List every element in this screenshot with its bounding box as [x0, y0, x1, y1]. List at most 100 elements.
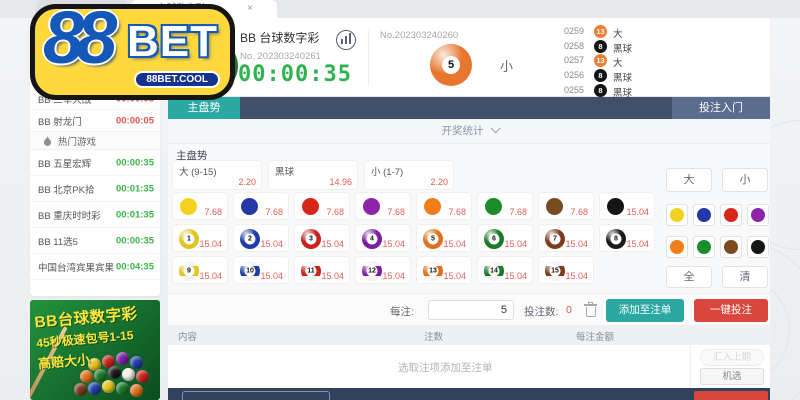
- close-icon[interactable]: ×: [247, 0, 253, 18]
- bet-cell-number[interactable]: 415.04: [355, 224, 411, 252]
- select-color-button[interactable]: [720, 236, 742, 258]
- number-ball: 8: [606, 229, 626, 249]
- quick-bet-button[interactable]: 一键投注: [694, 299, 768, 322]
- history-label: 黑球: [613, 41, 632, 55]
- clear-selection-button[interactable]: 清: [722, 266, 768, 288]
- number-ball-striped: 11: [301, 261, 321, 281]
- sidebar-game[interactable]: BB 射龙门 00:00:05: [30, 110, 160, 132]
- bet-cell-number[interactable]: 1415.04: [477, 256, 533, 284]
- odds-value: 15.04: [626, 207, 649, 217]
- color-ball: [607, 198, 624, 215]
- select-color-button[interactable]: [693, 204, 715, 226]
- game-countdown: 00:01:35: [116, 209, 154, 220]
- bet-cell-number[interactable]: 915.04: [172, 256, 228, 284]
- import-last-button[interactable]: 汇入上期: [700, 349, 764, 366]
- bet-cell-number[interactable]: 315.04: [294, 224, 350, 252]
- banner-ball: [108, 366, 121, 379]
- bet-cell-big[interactable]: 大 (9-15) 2.20: [172, 160, 262, 190]
- sidebar-section-hot: 热门游戏: [30, 132, 160, 150]
- bet-cell-color[interactable]: 7.68: [294, 192, 350, 220]
- bet-cell-number[interactable]: 1115.04: [294, 256, 350, 284]
- select-color-button[interactable]: [720, 204, 742, 226]
- bet-cell-number[interactable]: 615.04: [477, 224, 533, 252]
- odds-value: 7.68: [326, 207, 344, 217]
- select-small-button[interactable]: 小: [722, 168, 768, 192]
- bet-cell-color[interactable]: 7.68: [233, 192, 289, 220]
- number-ball-striped: 12: [362, 261, 382, 281]
- bet-label: 黑球: [275, 164, 294, 178]
- bet-cell-number[interactable]: 1215.04: [355, 256, 411, 284]
- select-big-button[interactable]: 大: [666, 168, 712, 192]
- sidebar-game[interactable]: BB 重庆时时彩 00:01:35: [30, 202, 160, 228]
- number-ball-striped: 9: [179, 261, 199, 281]
- odds-value: 15.04: [382, 271, 405, 281]
- bet-cell-small[interactable]: 小 (1-7) 2.20: [364, 160, 454, 190]
- select-color-button[interactable]: [693, 236, 715, 258]
- odds-value: 14.96: [329, 177, 352, 187]
- bet-cell-number[interactable]: 115.04: [172, 224, 228, 252]
- divider: [368, 30, 369, 86]
- trash-icon[interactable]: [584, 302, 597, 317]
- footer-button[interactable]: [694, 391, 768, 400]
- bet-cell-black[interactable]: 黑球 14.96: [268, 160, 358, 190]
- history-ball: 13: [594, 25, 607, 38]
- odds-value: 15.04: [504, 239, 527, 249]
- select-color-button[interactable]: [666, 204, 688, 226]
- odds-value: 15.04: [199, 271, 222, 281]
- draw-stats-toggle[interactable]: 开奖统计: [168, 119, 770, 144]
- game-name: 中国台湾宾果宾果: [38, 260, 114, 274]
- bet-cell-color[interactable]: 7.68: [172, 192, 228, 220]
- main-tabbar: 主盘势 投注入门: [168, 97, 770, 119]
- random-pick-button[interactable]: 机选: [700, 368, 764, 385]
- number-ball-striped: 13: [423, 261, 443, 281]
- select-color-button[interactable]: [666, 236, 688, 258]
- game-name: BB 北京PK拾: [38, 182, 95, 196]
- select-all-button[interactable]: 全: [666, 266, 712, 288]
- betting-guide-link[interactable]: 投注入门: [672, 97, 770, 119]
- bet-cell-color[interactable]: 7.68: [477, 192, 533, 220]
- odds-value: 7.68: [570, 207, 588, 217]
- odds-value: 7.68: [265, 207, 283, 217]
- sidebar-game[interactable]: BB 11选5 00:00:35: [30, 228, 160, 254]
- betting-area: 开奖统计 主盘势 大 (9-15) 2.20 黑球 14.96 小 (1-7) …: [168, 119, 770, 388]
- bet-cell-number[interactable]: 1015.04: [233, 256, 289, 284]
- bet-cell-number[interactable]: 815.04: [599, 224, 655, 252]
- odds-value: 2.20: [430, 177, 448, 187]
- bet-cell-color[interactable]: 7.68: [538, 192, 594, 220]
- history-ball: 8: [594, 40, 607, 53]
- history-row: 0257 13 大: [564, 54, 764, 67]
- history-label: 大: [613, 26, 623, 40]
- site-logo[interactable]: 88 BET 88BET.COOL: [30, 4, 235, 100]
- bar-chart-icon[interactable]: [336, 30, 356, 50]
- bet-cell-color[interactable]: 7.68: [355, 192, 411, 220]
- bet-cell-number[interactable]: 715.04: [538, 224, 594, 252]
- bet-cell-number[interactable]: 515.04: [416, 224, 472, 252]
- per-bet-label: 每注:: [390, 304, 414, 319]
- odds-value: 15.04: [565, 239, 588, 249]
- odds-value: 15.04: [443, 271, 466, 281]
- game-countdown: 00:00:35: [116, 157, 154, 168]
- promo-banner[interactable]: BB台球数字彩 45秒极速包号1-15 高赔大小: [30, 300, 160, 400]
- per-bet-input[interactable]: [428, 300, 514, 320]
- bet-cell-number[interactable]: 1515.04: [538, 256, 594, 284]
- odds-value: 15.04: [382, 239, 405, 249]
- bet-cell-color[interactable]: 15.04: [599, 192, 655, 220]
- sidebar-game[interactable]: BB 北京PK拾 00:01:35: [30, 176, 160, 202]
- number-ball: 3: [301, 229, 321, 249]
- sidebar-game[interactable]: BB 五星宏辉 00:00:35: [30, 150, 160, 176]
- bet-cell-color[interactable]: 7.68: [416, 192, 472, 220]
- game-countdown: 00:00:05: [116, 115, 154, 126]
- flame-icon: [43, 135, 52, 147]
- select-color-button[interactable]: [747, 236, 769, 258]
- odds-value: 2.20: [238, 177, 256, 187]
- footer-input[interactable]: [182, 391, 330, 400]
- add-to-slip-button[interactable]: 添加至注单: [606, 299, 684, 322]
- history-label: 大: [613, 55, 623, 69]
- bet-cell-number[interactable]: 1315.04: [416, 256, 472, 284]
- bet-cell-number[interactable]: 215.04: [233, 224, 289, 252]
- color-ball: [302, 198, 319, 215]
- game-header: BB 台球数字彩 No. 202303240261 00:00:35 No.20…: [168, 18, 770, 97]
- tab-main-board[interactable]: 主盘势: [168, 97, 240, 119]
- select-color-button[interactable]: [747, 204, 769, 226]
- sidebar-game[interactable]: 中国台湾宾果宾果 00:04:35: [30, 254, 160, 280]
